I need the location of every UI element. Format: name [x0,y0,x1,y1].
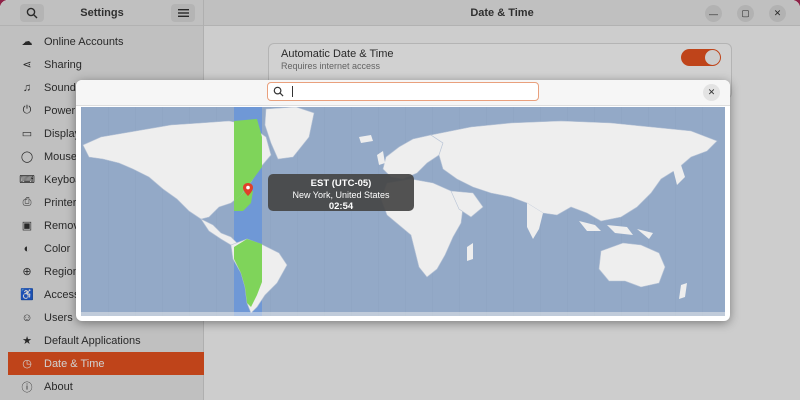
timezone-search-field[interactable] [267,82,539,101]
settings-window: Settings ☁ Online Accounts ⋖ Sharing ♫ Sound ⏻… [0,0,800,400]
text-cursor [292,86,293,97]
timezone-abbreviation: EST (UTC-05) [310,178,372,189]
timezone-search-input[interactable] [291,84,538,99]
timezone-tooltip: EST (UTC-05) New York, United States 02:… [268,174,414,212]
dialog-header: ✕ [76,80,730,106]
timezone-city: New York, United States [292,190,390,200]
timezone-dialog: ✕ EST (UTC-05) New York, United States 0… [76,80,730,321]
search-icon [273,86,287,97]
location-pin-icon [243,183,253,199]
dialog-close-button[interactable]: ✕ [703,84,720,101]
timezone-local-time: 02:54 [328,201,354,212]
close-icon: ✕ [707,87,716,97]
